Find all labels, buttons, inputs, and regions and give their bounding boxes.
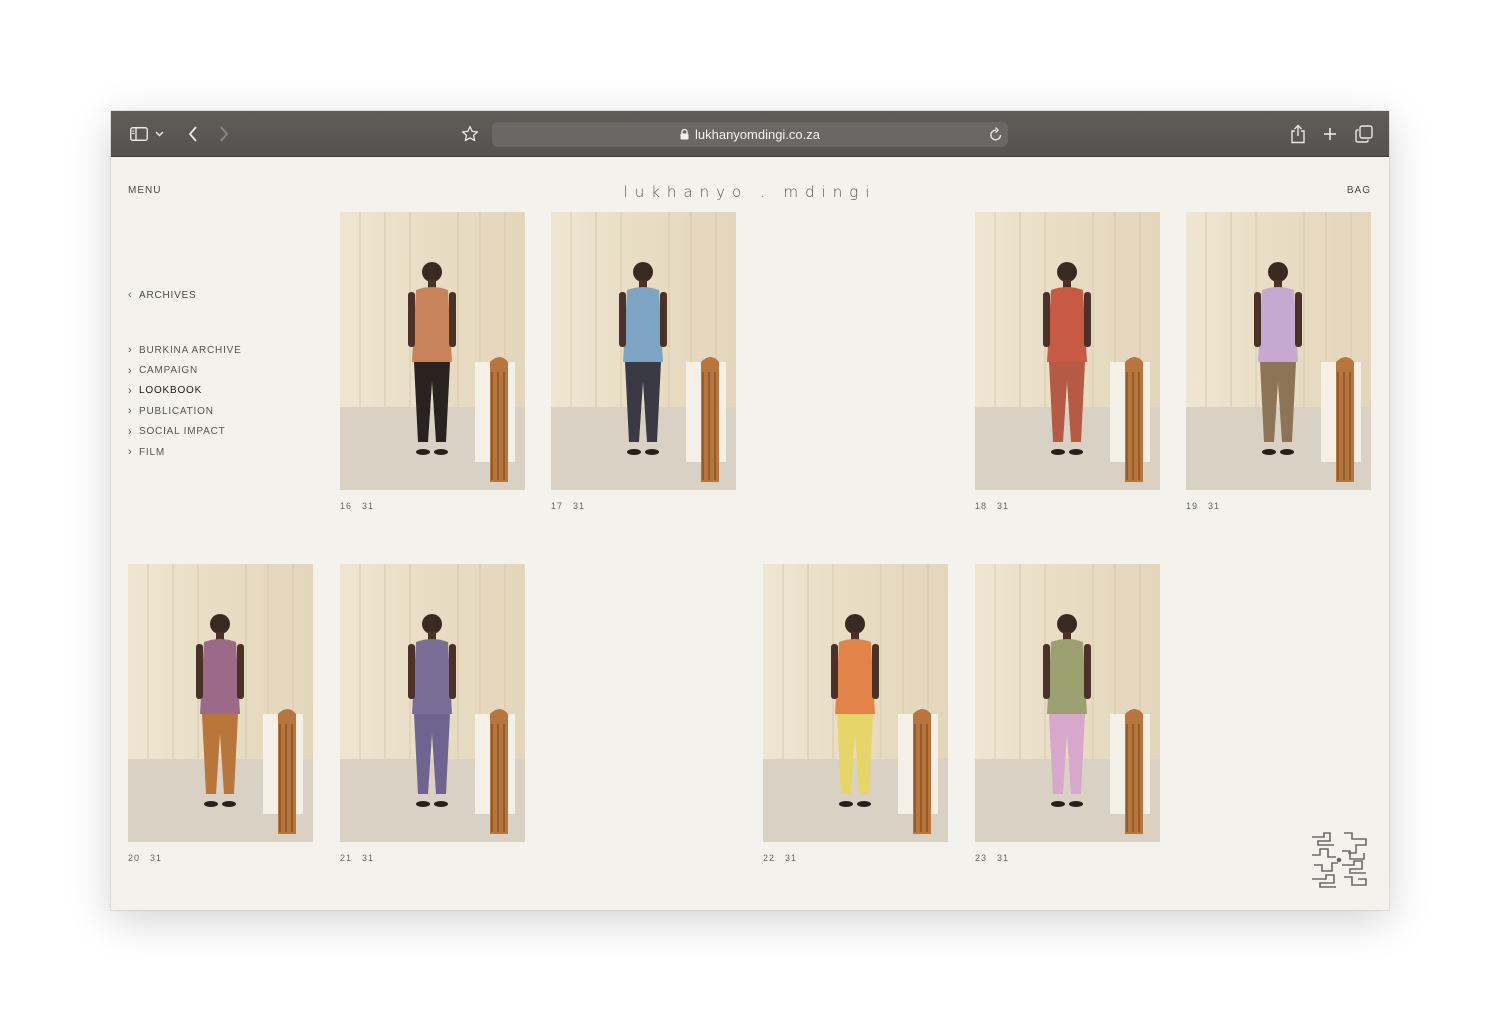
photo-index: 22 xyxy=(763,853,776,863)
photo-caption: 16 31 xyxy=(340,501,374,511)
nav-item-burkina-archive[interactable]: › BURKINA ARCHIVE xyxy=(128,340,242,360)
nav-item-publication[interactable]: › PUBLICATION xyxy=(128,401,242,421)
nav-item-label: FILM xyxy=(139,446,165,458)
address-bar[interactable]: lukhanyomdingi.co.za xyxy=(492,122,1008,147)
tabs-overview-icon[interactable] xyxy=(1352,122,1376,146)
nav-item-film[interactable]: › FILM xyxy=(128,442,242,462)
chevron-right-icon: › xyxy=(128,344,133,357)
photo-caption: 18 31 xyxy=(975,501,1009,511)
photo-caption: 19 31 xyxy=(1186,501,1220,511)
photo-index: 19 xyxy=(1186,501,1199,511)
chevron-right-icon: › xyxy=(128,364,133,377)
star-icon[interactable] xyxy=(458,122,482,146)
archive-nav: › BURKINA ARCHIVE › CAMPAIGN › LOOKBOOK › PU… xyxy=(128,340,242,462)
forward-icon[interactable] xyxy=(212,122,236,146)
chevron-right-icon: › xyxy=(128,446,133,459)
lookbook-photo[interactable] xyxy=(975,564,1160,842)
new-tab-icon[interactable] xyxy=(1318,122,1342,146)
photo-index: 17 xyxy=(551,501,564,511)
brand-pattern-logo[interactable] xyxy=(1308,829,1370,891)
photo-caption: 23 31 xyxy=(975,853,1009,863)
photo-total: 31 xyxy=(362,501,375,511)
photo-total: 31 xyxy=(1208,501,1221,511)
nav-item-label: BURKINA ARCHIVE xyxy=(139,344,242,356)
browser-toolbar: lukhanyomdingi.co.za xyxy=(111,111,1389,157)
chevron-right-icon: › xyxy=(128,425,133,438)
nav-item-label: SOCIAL IMPACT xyxy=(139,426,226,438)
photo-caption: 20 31 xyxy=(128,853,162,863)
nav-item-label: PUBLICATION xyxy=(139,405,214,417)
chevron-right-icon: › xyxy=(128,405,133,418)
photo-total: 31 xyxy=(573,501,586,511)
nav-item-label: LOOKBOOK xyxy=(139,385,203,397)
lookbook-photo[interactable] xyxy=(340,212,525,490)
chevron-left-icon: ‹ xyxy=(128,289,133,301)
sidebar-icon[interactable] xyxy=(127,122,151,146)
photo-caption: 21 31 xyxy=(340,853,374,863)
lookbook-photo[interactable] xyxy=(128,564,313,842)
brand-logo-text[interactable]: lukhanyo . mdingi xyxy=(111,183,1389,201)
share-icon[interactable] xyxy=(1286,122,1310,146)
lookbook-photo[interactable] xyxy=(551,212,736,490)
photo-total: 31 xyxy=(997,853,1010,863)
browser-window: lukhanyomdingi.co.za MENU lukhanyo . mdi… xyxy=(111,111,1389,910)
photo-index: 16 xyxy=(340,501,353,511)
photo-index: 21 xyxy=(340,853,353,863)
lookbook-photo[interactable] xyxy=(1186,212,1371,490)
nav-item-social-impact[interactable]: › SOCIAL IMPACT xyxy=(128,422,242,442)
lookbook-photo[interactable] xyxy=(763,564,948,842)
lookbook-photo[interactable] xyxy=(340,564,525,842)
photo-index: 18 xyxy=(975,501,988,511)
chevron-down-icon[interactable] xyxy=(151,122,167,146)
nav-item-label: CAMPAIGN xyxy=(139,365,198,377)
archives-back-link[interactable]: ‹ ARCHIVES xyxy=(128,289,197,301)
page-content: MENU lukhanyo . mdingi BAG ‹ ARCHIVES › B… xyxy=(111,157,1389,910)
reload-icon[interactable] xyxy=(989,126,1003,145)
photo-total: 31 xyxy=(997,501,1010,511)
photo-caption: 22 31 xyxy=(763,853,797,863)
chevron-right-icon: › xyxy=(128,384,133,397)
photo-index: 20 xyxy=(128,853,141,863)
nav-item-campaign[interactable]: › CAMPAIGN xyxy=(128,360,242,380)
photo-total: 31 xyxy=(362,853,375,863)
photo-total: 31 xyxy=(785,853,798,863)
nav-item-lookbook[interactable]: › LOOKBOOK xyxy=(128,381,242,401)
lookbook-photo[interactable] xyxy=(975,212,1160,490)
url-text: lukhanyomdingi.co.za xyxy=(694,127,821,142)
archives-label: ARCHIVES xyxy=(139,289,197,301)
photo-index: 23 xyxy=(975,853,988,863)
photo-caption: 17 31 xyxy=(551,501,585,511)
back-icon[interactable] xyxy=(181,122,205,146)
photo-total: 31 xyxy=(150,853,163,863)
bag-link[interactable]: BAG xyxy=(1347,185,1371,196)
lock-icon xyxy=(680,129,689,140)
